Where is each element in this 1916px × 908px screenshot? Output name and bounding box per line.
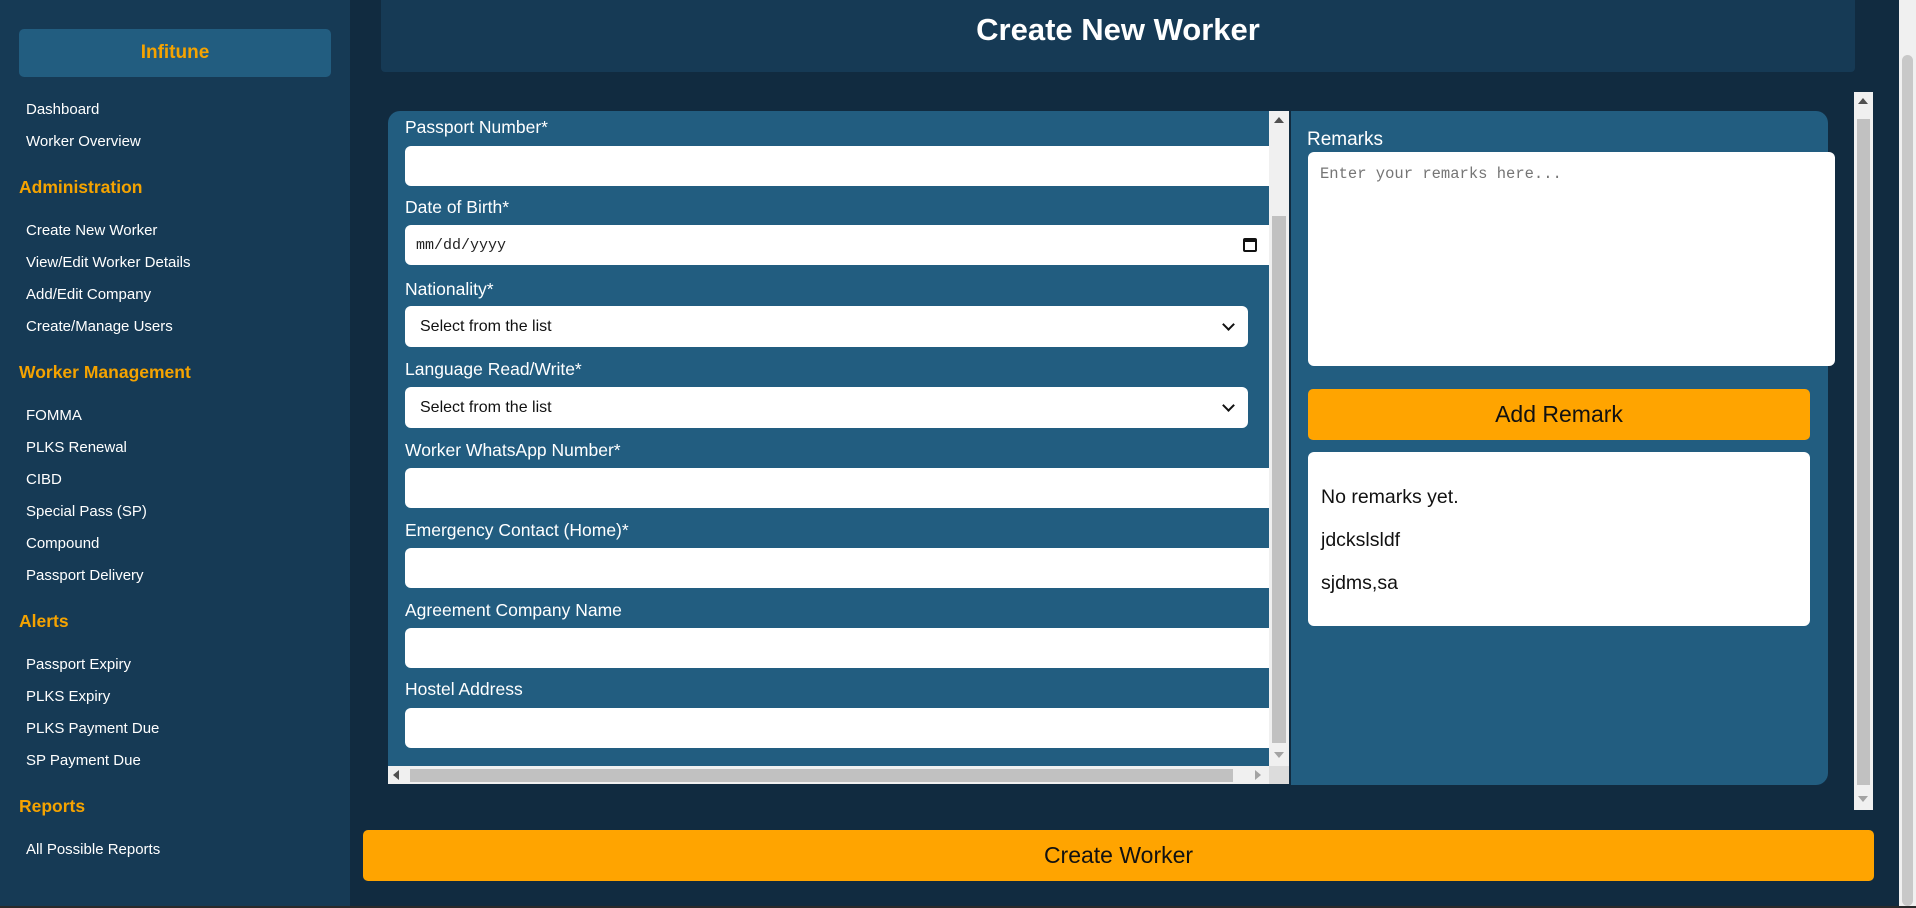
nav-create-new-worker[interactable]: Create New Worker bbox=[26, 222, 157, 240]
chevron-down-icon bbox=[1222, 398, 1235, 412]
nav-all-possible-reports[interactable]: All Possible Reports bbox=[26, 841, 160, 859]
date-placeholder: mm/dd/yyyy bbox=[416, 236, 507, 254]
nationality-selected-value: Select from the list bbox=[420, 317, 552, 335]
date-of-birth-input[interactable]: mm/dd/yyyy bbox=[405, 225, 1269, 265]
emergency-contact-label: Emergency Contact (Home)* bbox=[405, 520, 629, 540]
form-vertical-scrollbar[interactable] bbox=[1269, 111, 1289, 766]
nav-compound[interactable]: Compound bbox=[26, 535, 99, 553]
form-scroll-thumb[interactable] bbox=[1272, 216, 1286, 743]
scroll-down-arrow-icon[interactable] bbox=[1274, 752, 1284, 758]
scrollbar-corner bbox=[1269, 766, 1289, 784]
passport-number-input[interactable] bbox=[405, 146, 1269, 186]
create-worker-button[interactable]: Create Worker bbox=[363, 830, 1874, 881]
section-heading-administration: Administration bbox=[19, 177, 143, 197]
hostel-address-input[interactable] bbox=[405, 708, 1269, 748]
remarks-label: Remarks bbox=[1307, 129, 1384, 150]
nav-sp-payment-due[interactable]: SP Payment Due bbox=[26, 752, 141, 770]
add-remark-button[interactable]: Add Remark bbox=[1308, 389, 1810, 440]
nav-passport-expiry[interactable]: Passport Expiry bbox=[26, 656, 131, 674]
agreement-company-input[interactable] bbox=[405, 628, 1269, 668]
scroll-right-arrow-icon[interactable] bbox=[1255, 770, 1261, 780]
date-of-birth-label: Date of Birth* bbox=[405, 197, 510, 217]
scroll-up-arrow-icon[interactable] bbox=[1274, 117, 1284, 123]
agreement-company-label: Agreement Company Name bbox=[405, 600, 622, 620]
nav-dashboard[interactable]: Dashboard bbox=[26, 101, 99, 119]
whatsapp-number-label: Worker WhatsApp Number* bbox=[405, 440, 621, 460]
nav-plks-expiry[interactable]: PLKS Expiry bbox=[26, 688, 110, 706]
nav-create-manage-users[interactable]: Create/Manage Users bbox=[26, 318, 173, 336]
hostel-address-label: Hostel Address bbox=[405, 679, 523, 699]
content-vertical-scrollbar[interactable] bbox=[1854, 92, 1873, 810]
worker-form: Passport Number* Date of Birth* mm/dd/yy… bbox=[388, 111, 1269, 766]
nav-add-edit-company[interactable]: Add/Edit Company bbox=[26, 286, 151, 304]
sidebar: Infitune Dashboard Worker Overview Admin… bbox=[0, 0, 350, 906]
language-select[interactable]: Select from the list bbox=[405, 387, 1248, 428]
remarks-textarea[interactable] bbox=[1308, 152, 1835, 366]
remarks-panel: Remarks Add Remark No remarks yet. jdcks… bbox=[1291, 111, 1835, 785]
section-heading-alerts: Alerts bbox=[19, 611, 69, 631]
remark-item: sjdms,sa bbox=[1321, 572, 1398, 594]
nav-passport-delivery[interactable]: Passport Delivery bbox=[26, 567, 144, 585]
scroll-left-arrow-icon[interactable] bbox=[393, 770, 399, 780]
brand-logo[interactable]: Infitune bbox=[19, 29, 331, 77]
form-horizontal-scrollbar[interactable] bbox=[388, 766, 1269, 784]
whatsapp-number-input[interactable] bbox=[405, 468, 1269, 508]
nav-special-pass[interactable]: Special Pass (SP) bbox=[26, 503, 147, 521]
language-label: Language Read/Write* bbox=[405, 359, 582, 379]
nav-plks-renewal[interactable]: PLKS Renewal bbox=[26, 439, 127, 457]
passport-number-label: Passport Number* bbox=[405, 117, 548, 137]
language-selected-value: Select from the list bbox=[420, 398, 552, 416]
emergency-contact-input[interactable] bbox=[405, 548, 1269, 588]
calendar-icon[interactable] bbox=[1243, 238, 1257, 252]
nationality-select[interactable]: Select from the list bbox=[405, 306, 1248, 347]
nav-fomma[interactable]: FOMMA bbox=[26, 407, 82, 425]
section-heading-worker-management: Worker Management bbox=[19, 362, 191, 382]
nav-plks-payment-due[interactable]: PLKS Payment Due bbox=[26, 720, 159, 738]
content-scroll-thumb[interactable] bbox=[1857, 119, 1870, 785]
remark-item: jdckslsldf bbox=[1321, 529, 1401, 551]
page-scrollbar[interactable] bbox=[1899, 0, 1916, 906]
nationality-label: Nationality* bbox=[405, 279, 494, 299]
page-title: Create New Worker bbox=[976, 12, 1260, 47]
chevron-down-icon bbox=[1222, 317, 1235, 331]
section-heading-reports: Reports bbox=[19, 796, 86, 816]
form-hscroll-thumb[interactable] bbox=[410, 769, 1233, 782]
nav-cibd[interactable]: CIBD bbox=[26, 471, 62, 489]
page-scroll-thumb[interactable] bbox=[1902, 55, 1913, 906]
nav-worker-overview[interactable]: Worker Overview bbox=[26, 133, 141, 151]
remarks-list: No remarks yet. jdckslsldf sjdms,sa bbox=[1308, 452, 1810, 626]
nav-view-edit-worker[interactable]: View/Edit Worker Details bbox=[26, 254, 191, 272]
page-header: Create New Worker bbox=[381, 0, 1855, 72]
remark-item: No remarks yet. bbox=[1321, 486, 1459, 508]
scroll-up-arrow-icon[interactable] bbox=[1858, 98, 1868, 104]
scroll-down-arrow-icon[interactable] bbox=[1858, 796, 1868, 802]
